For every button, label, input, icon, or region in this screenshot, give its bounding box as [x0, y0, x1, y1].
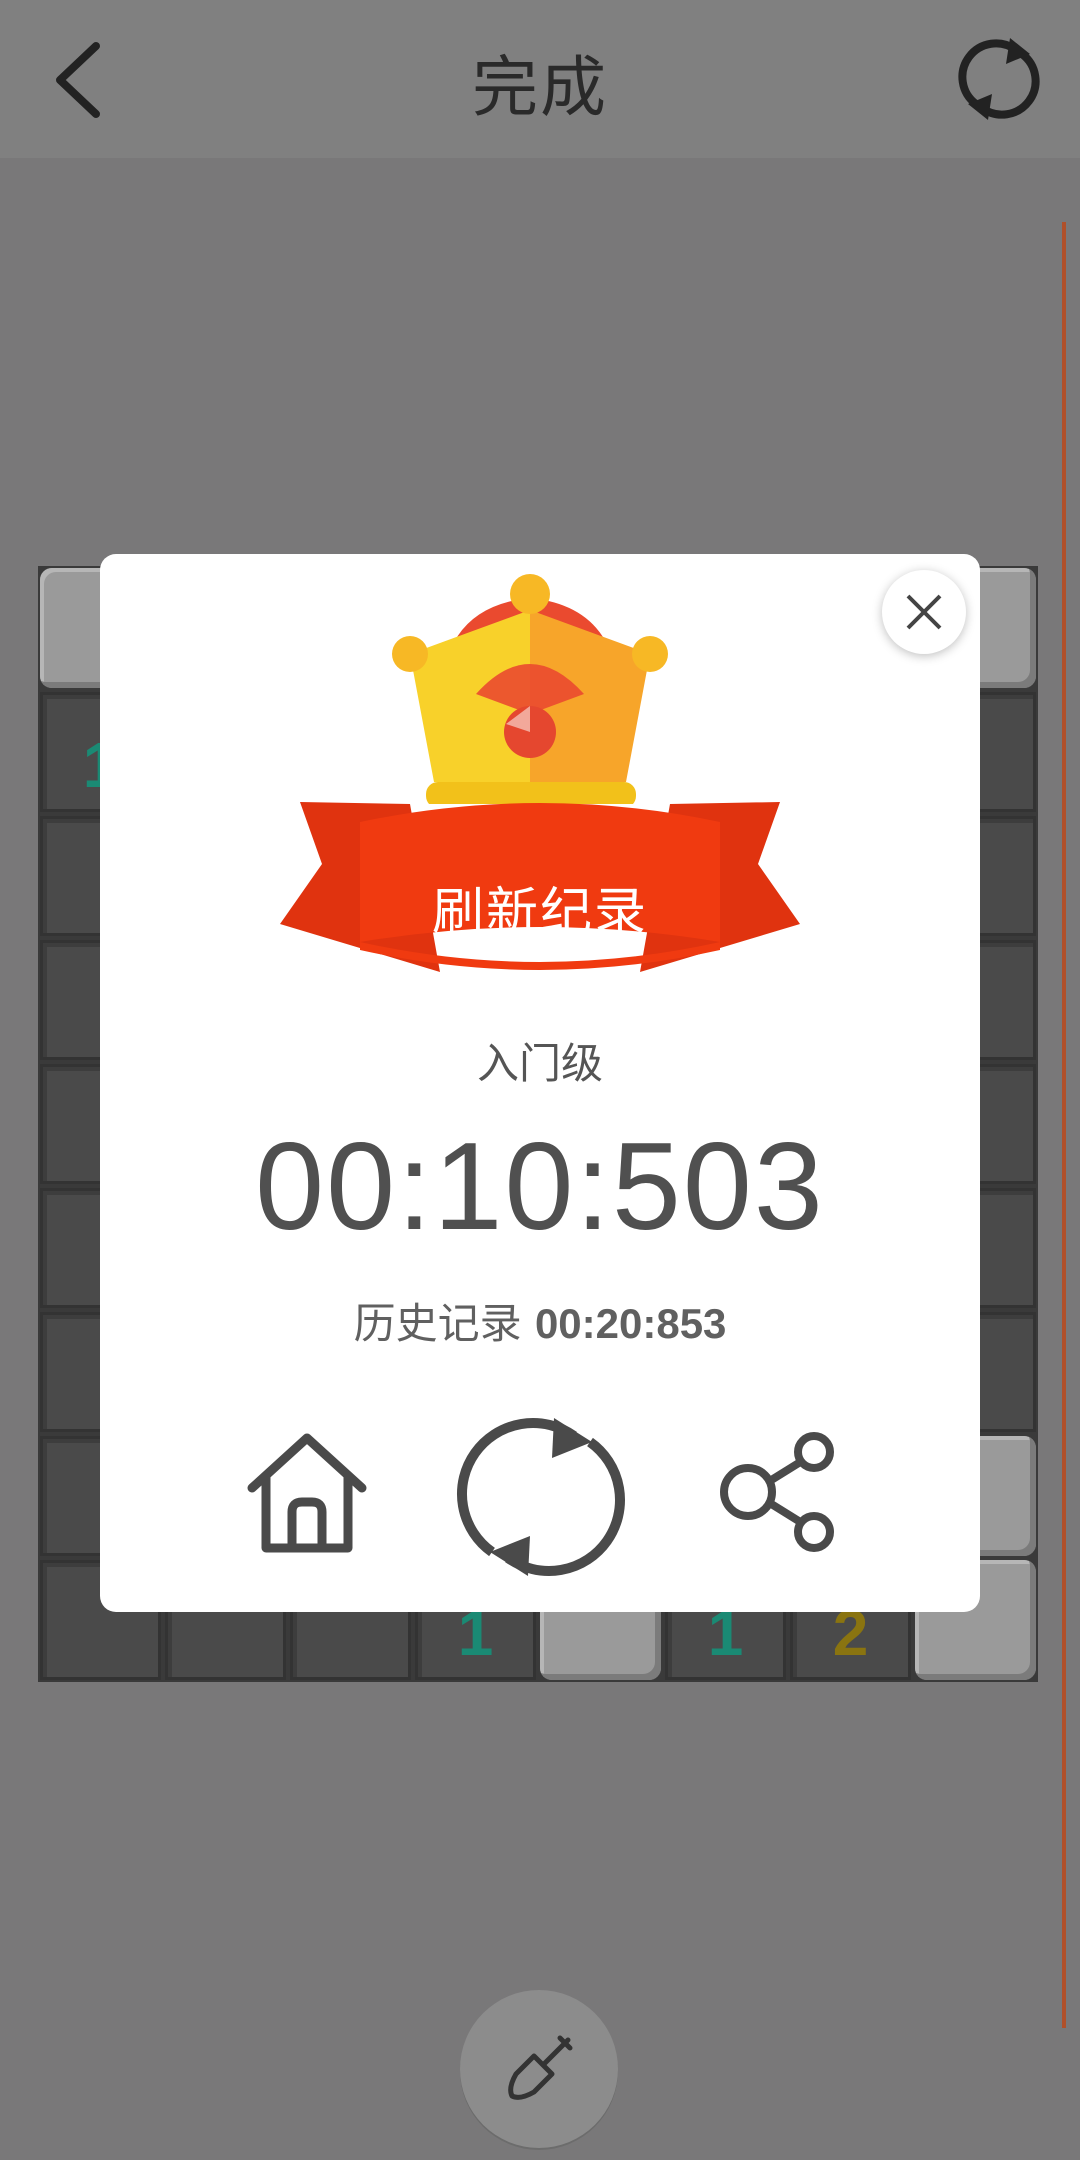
replay-icon[interactable] [456, 1412, 626, 1582]
record-dialog: 刷新纪录 入门级 00:10:503 历史记录 00:20:853 [100, 554, 980, 1612]
difficulty-level: 入门级 [476, 1039, 603, 1088]
crown-icon [392, 574, 668, 804]
share-icon[interactable] [718, 1430, 842, 1554]
history-record: 历史记录 00:20:853 [100, 1290, 980, 1351]
home-icon[interactable] [244, 1430, 370, 1556]
record-banner-text: 刷新纪录 [431, 883, 648, 943]
history-time: 00:20:853 [534, 1300, 727, 1347]
shovel-icon [508, 2035, 573, 2100]
close-icon [906, 594, 942, 630]
close-button[interactable] [882, 570, 966, 654]
shovel-tool-button[interactable] [460, 1990, 618, 2148]
refresh-icon[interactable] [954, 34, 1044, 124]
top-bar: 完成 [0, 0, 1080, 158]
history-label: 历史记录 [353, 1299, 522, 1348]
edge-line [1062, 222, 1066, 2028]
page-title: 完成 [472, 49, 608, 126]
finish-time: 00:10:503 [255, 1118, 825, 1256]
